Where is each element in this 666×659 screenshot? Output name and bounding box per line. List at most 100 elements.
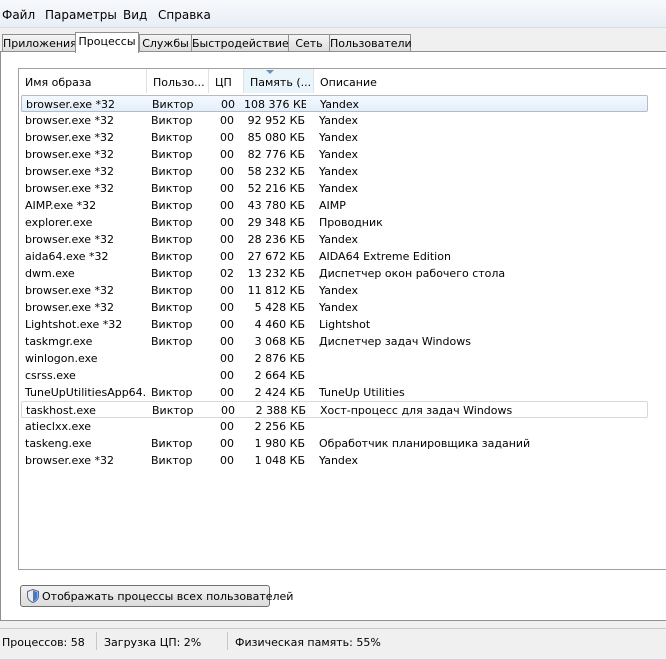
process-description: Yandex — [319, 454, 358, 467]
process-row[interactable]: browser.exe *32 Виктор 00 11 812 КБ Yandex — [21, 282, 648, 299]
process-row[interactable]: browser.exe *32 Виктор 00 1 048 КБ Yandex — [21, 452, 648, 469]
process-description: Yandex — [319, 233, 358, 246]
process-cpu: 00 — [220, 420, 234, 433]
process-description: Диспетчер задач Windows — [319, 335, 471, 348]
menu-view[interactable]: Вид — [123, 8, 147, 22]
process-cpu: 00 — [220, 301, 234, 314]
process-name: csrss.exe — [25, 369, 76, 382]
process-user: Виктор — [152, 404, 194, 417]
process-description: Lightshot — [319, 318, 371, 331]
process-row[interactable]: browser.exe *32 Виктор 00 58 232 КБ Yandex — [21, 163, 648, 180]
show-all-processes-button[interactable]: Отображать процессы всех пользователей — [20, 585, 293, 607]
process-cpu: 00 — [220, 182, 234, 195]
tab-users[interactable]: Пользователи — [329, 34, 412, 52]
process-memory: 52 216 КБ — [247, 182, 305, 195]
process-user: Виктор — [151, 454, 193, 467]
process-row[interactable]: winlogon.exe 00 2 876 КБ — [21, 350, 648, 367]
process-name: browser.exe *32 — [25, 114, 115, 127]
process-list[interactable]: Имя образа Пользо... ЦП Память (... Опис… — [18, 68, 666, 570]
column-header-user[interactable]: Пользо... — [147, 69, 209, 93]
process-row[interactable]: browser.exe *32 Виктор 00 85 080 КБ Yandex — [21, 129, 648, 146]
show-all-processes-label: Отображать процессы всех пользователей — [42, 590, 294, 603]
status-process-count: Процессов: 58 — [2, 636, 85, 649]
process-description: Хост-процесс для задач Windows — [320, 404, 513, 417]
process-description: Yandex — [319, 284, 358, 297]
process-row[interactable]: browser.exe *32 Виктор 00 52 216 КБ Yandex — [21, 180, 648, 197]
process-cpu: 00 — [220, 369, 234, 382]
status-bar: Процессов: 58 Загрузка ЦП: 2% Физическая… — [0, 628, 666, 659]
process-row[interactable]: browser.exe *32 Виктор 00 5 428 КБ Yandex — [21, 299, 648, 316]
process-memory: 27 672 КБ — [247, 250, 305, 263]
column-header-memory[interactable]: Память (... — [244, 69, 314, 93]
process-description: Yandex — [319, 301, 358, 314]
process-name: taskhost.exe — [26, 404, 96, 417]
process-row[interactable]: browser.exe *32 Виктор 00 108 376 КБ Yandex — [21, 95, 648, 112]
process-name: AIMP.exe *32 — [25, 199, 97, 212]
column-header-name[interactable]: Имя образа — [19, 69, 147, 93]
process-row[interactable]: TuneUpUtilitiesApp64.... Виктор 00 2 424 КБ… — [21, 384, 648, 401]
process-row[interactable]: csrss.exe 00 2 664 КБ — [21, 367, 648, 384]
menu-bar: Файл Параметры Вид Справка — [0, 0, 666, 28]
process-row[interactable]: dwm.exe Виктор 02 13 232 КБ Диспетчер окон р… — [21, 265, 648, 282]
tab-applications[interactable]: Приложения — [2, 34, 77, 52]
process-row[interactable]: AIMP.exe *32 Виктор 00 43 780 КБ AIMP — [21, 197, 648, 214]
menu-file[interactable]: Файл — [2, 8, 35, 22]
process-memory: 58 232 КБ — [247, 165, 305, 178]
process-cpu: 00 — [220, 250, 234, 263]
menu-help[interactable]: Справка — [158, 8, 211, 22]
tab-performance[interactable]: Быстродействие — [191, 34, 289, 52]
process-row[interactable]: taskeng.exe Виктор 00 1 980 КБ Обработчик пл… — [21, 435, 648, 452]
process-description: Проводник — [319, 216, 383, 229]
process-user: Виктор — [151, 199, 193, 212]
process-user: Виктор — [151, 267, 193, 280]
tab-network[interactable]: Сеть — [288, 34, 330, 52]
process-row[interactable]: explorer.exe Виктор 00 29 348 КБ Проводник — [21, 214, 648, 231]
column-header: Имя образа Пользо... ЦП Память (... Опис… — [19, 69, 666, 93]
process-memory: 13 232 КБ — [247, 267, 305, 280]
process-cpu: 00 — [221, 404, 235, 417]
process-row[interactable]: browser.exe *32 Виктор 00 82 776 КБ Yandex — [21, 146, 648, 163]
process-memory: 4 460 КБ — [254, 318, 305, 331]
status-cpu-usage: Загрузка ЦП: 2% — [104, 636, 202, 649]
column-header-cpu[interactable]: ЦП — [209, 69, 244, 93]
process-user: Виктор — [151, 437, 193, 450]
tab-services[interactable]: Службы — [139, 34, 192, 52]
tab-processes[interactable]: Процессы — [75, 32, 139, 53]
tab-strip: Приложения Процессы Службы Быстродействи… — [0, 32, 666, 53]
process-user: Виктор — [151, 284, 193, 297]
process-description: Yandex — [319, 148, 358, 161]
process-description: TuneUp Utilities — [319, 386, 405, 399]
process-row[interactable]: taskhost.exe Виктор 00 2 388 КБ Хост-процесс… — [21, 401, 648, 418]
status-separator — [227, 632, 228, 650]
process-name: explorer.exe — [25, 216, 93, 229]
process-name: browser.exe *32 — [25, 148, 115, 161]
shield-icon — [27, 589, 39, 603]
process-user: Виктор — [151, 114, 193, 127]
sort-descending-icon — [266, 70, 274, 74]
process-description: AIMP — [319, 199, 346, 212]
process-row[interactable]: browser.exe *32 Виктор 00 92 952 КБ Yandex — [21, 112, 648, 129]
process-row[interactable]: atieclxx.exe 00 2 256 КБ — [21, 418, 648, 435]
process-row[interactable]: browser.exe *32 Виктор 00 28 236 КБ Yandex — [21, 231, 648, 248]
process-name: browser.exe *32 — [25, 182, 115, 195]
process-memory: 2 876 КБ — [254, 352, 305, 365]
process-cpu: 00 — [220, 318, 234, 331]
column-header-description[interactable]: Описание — [314, 69, 666, 93]
process-memory: 5 428 КБ — [254, 301, 305, 314]
process-user: Виктор — [151, 301, 193, 314]
process-row[interactable]: Lightshot.exe *32 Виктор 00 4 460 КБ Lightsh… — [21, 316, 648, 333]
process-row[interactable]: taskmgr.exe Виктор 00 3 068 КБ Диспетчер зад… — [21, 333, 648, 350]
process-user: Виктор — [151, 386, 193, 399]
process-name: atieclxx.exe — [25, 420, 92, 433]
process-user: Виктор — [151, 148, 193, 161]
process-user: Виктор — [151, 182, 193, 195]
process-cpu: 00 — [220, 131, 234, 144]
process-description: Yandex — [319, 182, 358, 195]
process-cpu: 00 — [220, 335, 234, 348]
process-cpu: 00 — [220, 233, 234, 246]
process-cpu: 00 — [220, 148, 234, 161]
process-description: Диспетчер окон рабочего стола — [319, 267, 506, 280]
menu-options[interactable]: Параметры — [45, 8, 117, 22]
process-row[interactable]: aida64.exe *32 Виктор 00 27 672 КБ AIDA64 Ex… — [21, 248, 648, 265]
process-cpu: 00 — [220, 284, 234, 297]
